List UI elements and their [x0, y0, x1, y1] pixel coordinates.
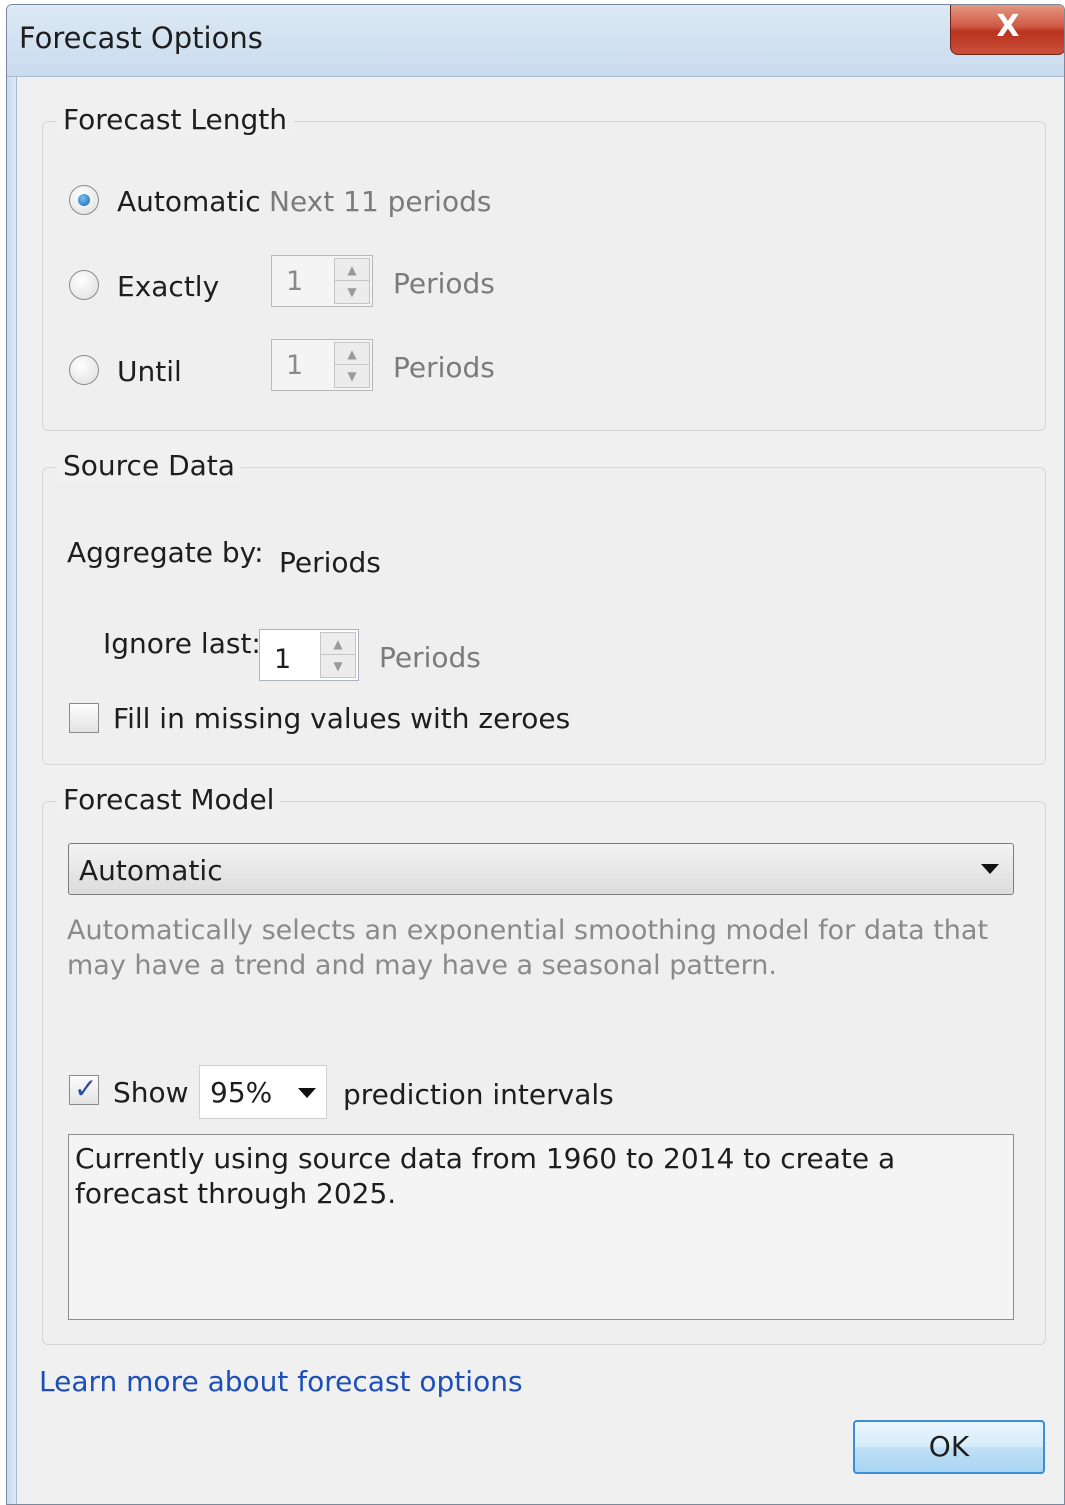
automatic-label[interactable]: Automatic: [117, 185, 261, 218]
automatic-hint: Next 11 periods: [269, 185, 492, 218]
until-spin-buttons[interactable]: ▲ ▼: [334, 342, 370, 388]
ignore-last-spin-buttons[interactable]: ▲ ▼: [320, 632, 356, 678]
aggregate-label: Aggregate by:: [67, 536, 264, 569]
exactly-label[interactable]: Exactly: [117, 270, 219, 303]
ignore-last-stepper[interactable]: 1 ▲ ▼: [259, 629, 359, 681]
interval-suffix: prediction intervals: [343, 1078, 614, 1111]
spin-up-icon[interactable]: ▲: [335, 259, 369, 281]
chevron-down-icon: [981, 864, 999, 874]
model-select[interactable]: Automatic: [68, 843, 1014, 895]
ignore-last-unit: Periods: [379, 641, 481, 674]
interval-select-value: 95%: [210, 1076, 273, 1109]
source-data-legend: Source Data: [57, 449, 241, 482]
model-select-value: Automatic: [79, 854, 223, 887]
spin-up-icon[interactable]: ▲: [335, 343, 369, 365]
exactly-radio[interactable]: [69, 270, 99, 300]
spin-down-icon[interactable]: ▼: [321, 655, 355, 677]
dialog-title: Forecast Options: [19, 21, 263, 55]
ok-button[interactable]: OK: [853, 1420, 1045, 1474]
forecast-model-legend: Forecast Model: [57, 783, 281, 816]
automatic-radio[interactable]: [69, 185, 99, 215]
spin-down-icon[interactable]: ▼: [335, 365, 369, 387]
close-button[interactable]: X: [950, 5, 1064, 55]
fill-missing-label[interactable]: Fill in missing values with zeroes: [113, 702, 570, 735]
model-description: Automatically selects an exponential smo…: [67, 915, 989, 981]
learn-more-link[interactable]: Learn more about forecast options: [39, 1365, 523, 1398]
forecast-length-legend: Forecast Length: [57, 103, 293, 136]
interval-select[interactable]: 95%: [199, 1065, 327, 1119]
show-label[interactable]: Show: [113, 1076, 189, 1109]
until-value: 1: [286, 350, 304, 381]
spin-down-icon[interactable]: ▼: [335, 281, 369, 303]
spin-up-icon[interactable]: ▲: [321, 633, 355, 655]
exactly-unit: Periods: [393, 267, 495, 300]
chevron-down-icon: [298, 1088, 316, 1098]
ok-label: OK: [928, 1430, 970, 1463]
window-frame: [7, 77, 17, 1504]
until-unit: Periods: [393, 351, 495, 384]
forecast-options-dialog: Forecast Options X Forecast Length Autom…: [6, 4, 1065, 1505]
exactly-value: 1: [286, 266, 304, 297]
close-icon: X: [996, 9, 1020, 44]
fill-missing-checkbox[interactable]: [69, 703, 99, 733]
exactly-spin-buttons[interactable]: ▲ ▼: [334, 258, 370, 304]
until-label[interactable]: Until: [117, 355, 182, 388]
title-bar[interactable]: Forecast Options X: [7, 5, 1064, 77]
until-stepper[interactable]: 1 ▲ ▼: [271, 339, 373, 391]
aggregate-value: Periods: [279, 546, 381, 579]
exactly-stepper[interactable]: 1 ▲ ▼: [271, 255, 373, 307]
ignore-last-label: Ignore last:: [103, 627, 261, 660]
show-intervals-checkbox[interactable]: [69, 1072, 99, 1105]
until-radio[interactable]: [69, 355, 99, 385]
forecast-summary-box: Currently using source data from 1960 to…: [68, 1134, 1014, 1320]
ignore-last-value: 1: [274, 644, 292, 675]
